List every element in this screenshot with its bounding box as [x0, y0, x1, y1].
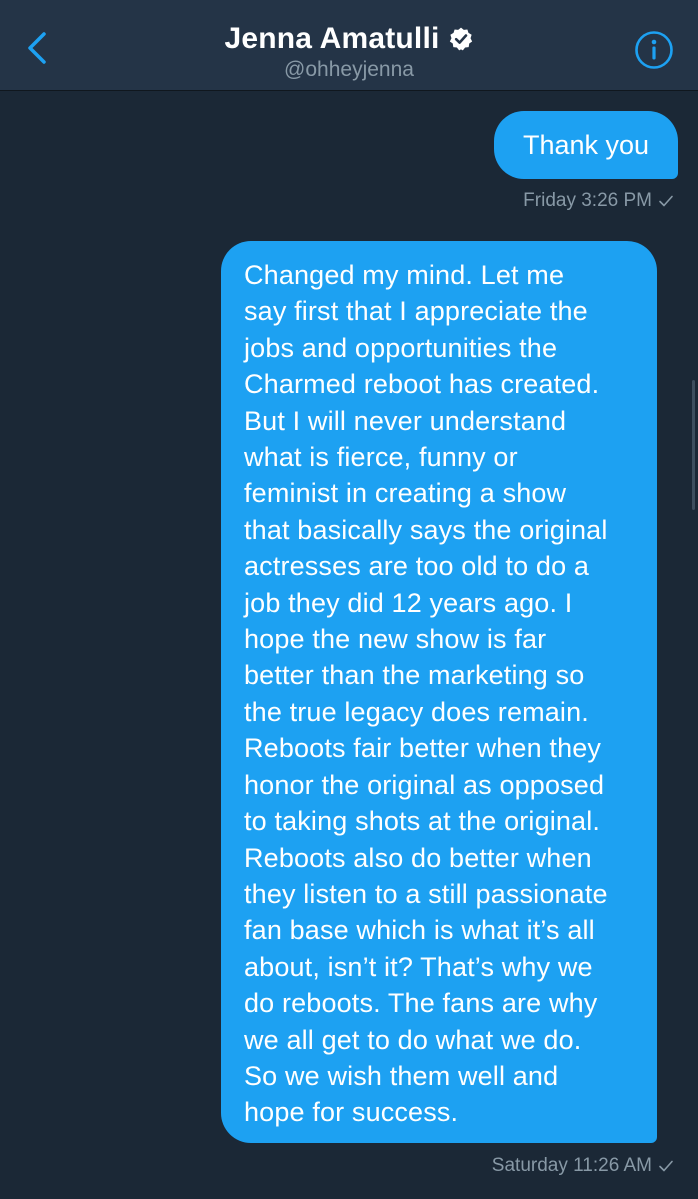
scrollbar[interactable]: [692, 380, 695, 510]
info-icon: [635, 31, 673, 69]
title-row: Jenna Amatulli: [224, 22, 473, 56]
message-bubble-sent[interactable]: Changed my mind. Let me say first that I…: [221, 241, 657, 1143]
contact-name: Jenna Amatulli: [224, 22, 440, 55]
message-timestamp: Friday 3:26 PM: [523, 190, 674, 212]
message-bubble-sent[interactable]: Thank you: [494, 111, 678, 179]
timestamp-text: Friday 3:26 PM: [523, 190, 652, 211]
conversation-title-block: Jenna Amatulli @ohheyjenna: [0, 22, 698, 82]
read-check-icon: [659, 1160, 673, 1172]
message-timestamp: Saturday 11:26 AM: [492, 1155, 674, 1177]
timestamp-text: Saturday 11:26 AM: [491, 1155, 652, 1176]
verified-badge-icon: [449, 27, 472, 51]
contact-handle: @ohheyjenna: [284, 58, 414, 81]
read-check-icon: [659, 195, 673, 207]
conversation-info-button[interactable]: [634, 30, 674, 70]
conversation-header: Jenna Amatulli @ohheyjenna: [0, 0, 698, 91]
